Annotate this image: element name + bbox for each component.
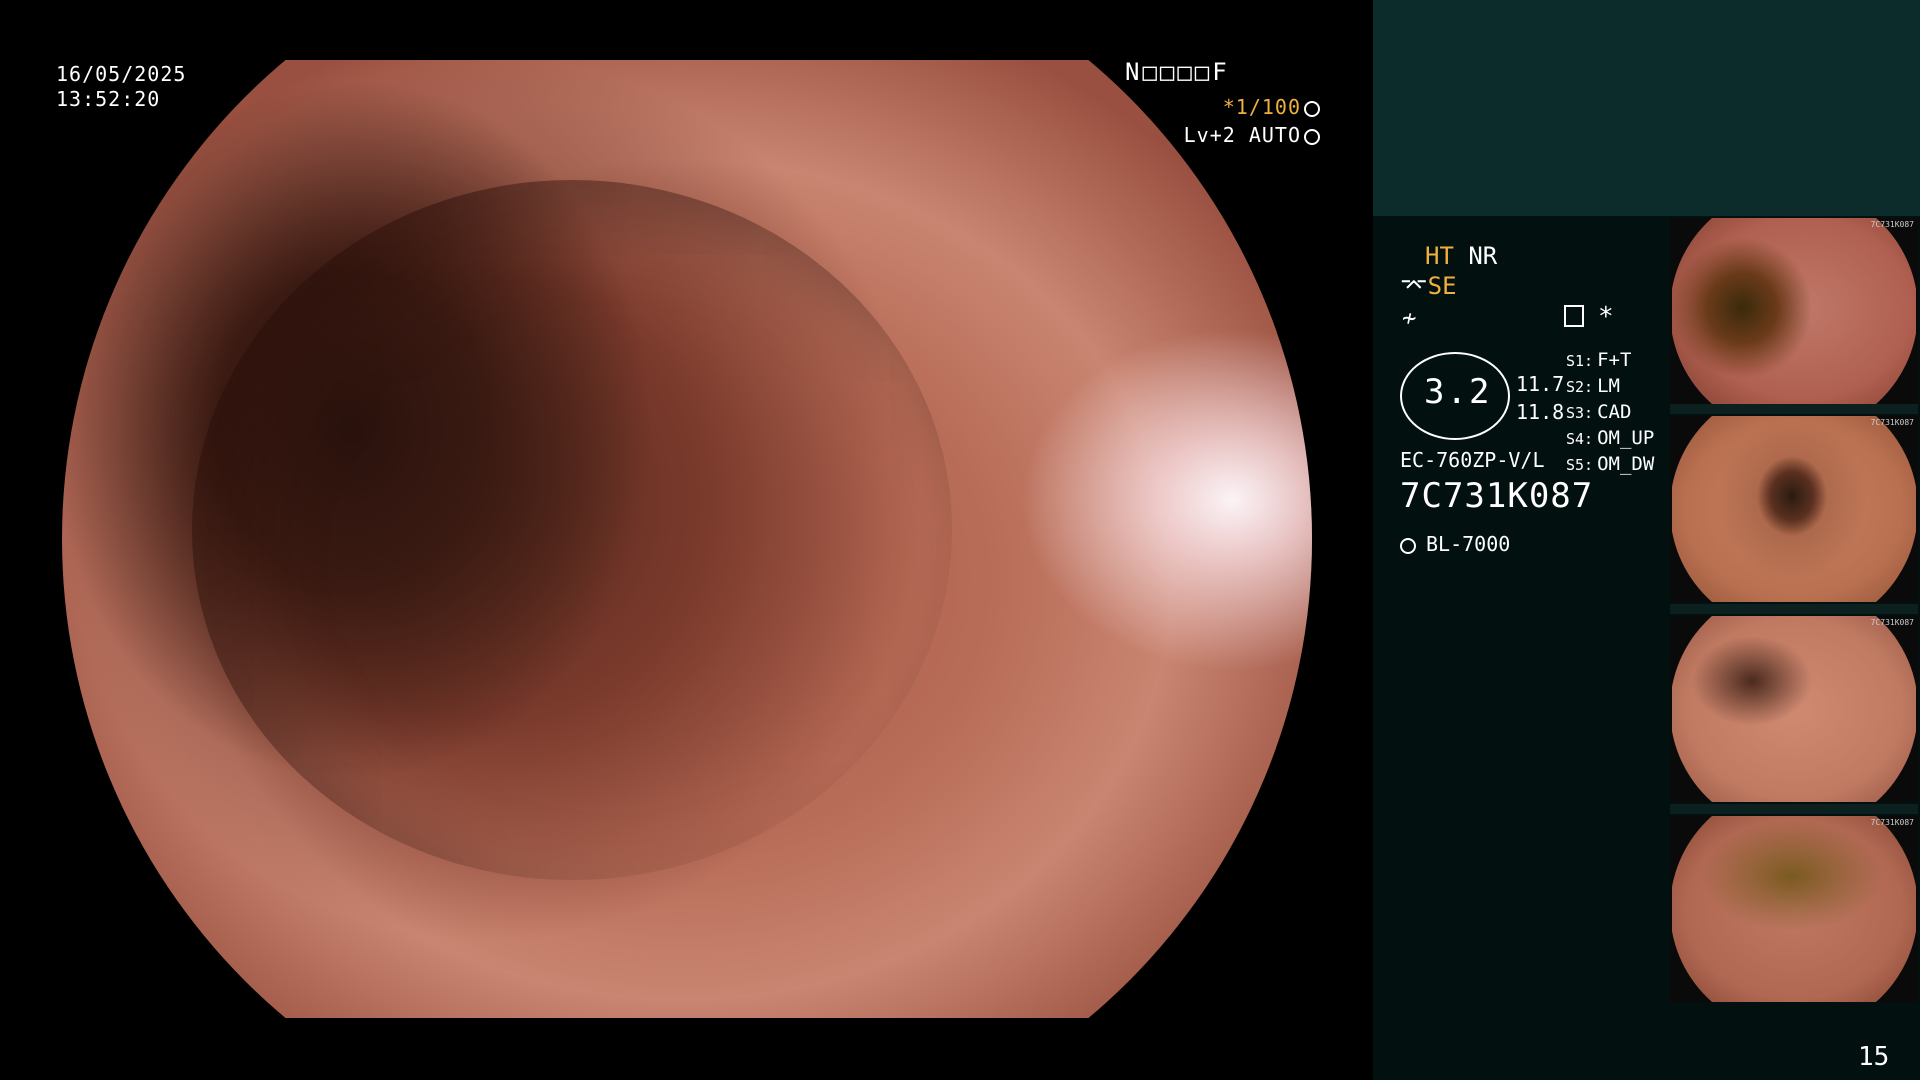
memo-icon <box>1564 305 1584 327</box>
auto-iris-icon <box>1304 128 1320 145</box>
star-icon: * <box>1598 302 1614 332</box>
camera-settings-overlay: N□□□□F *1/100 Lv+2 AUTO <box>1125 60 1320 148</box>
side-panel-header <box>1373 0 1920 216</box>
thumbnail-divider <box>1670 604 1918 614</box>
setting-row: S3: CAD <box>1566 401 1632 423</box>
thumbnail-caption: 7C731K087 <box>1870 818 1914 827</box>
ht-nr-status: HT NR <box>1425 242 1497 270</box>
time-text: 13:52:20 <box>56 87 161 111</box>
structure-enhance-icon: ⌤ <box>1400 272 1428 300</box>
setting-row: S1: F+T <box>1566 349 1632 371</box>
thumbnail-caption: 7C731K087 <box>1870 220 1914 229</box>
edge-enhance-icon: ≁ <box>1402 304 1417 332</box>
se-label: SE <box>1427 272 1457 300</box>
setting-row: S4: OM_UP <box>1566 427 1655 449</box>
capture-thumbnail[interactable]: 7C731K087 <box>1670 616 1918 802</box>
gauge-number-2: 11.8 <box>1516 400 1565 424</box>
shutter-speed: *1/100 <box>1125 95 1320 120</box>
capture-thumbnail[interactable]: 7C731K087 <box>1670 218 1918 404</box>
setting-row: S2: LM <box>1566 375 1620 397</box>
endoscope-main-view: 16/05/2025 13:52:20 N□□□□F *1/100 Lv+2 A… <box>0 0 1373 1080</box>
scope-serial: 7C731K087 <box>1400 476 1594 516</box>
gauge-number-1: 11.7 <box>1516 372 1565 396</box>
scope-switch-settings: S1: F+T S2: LM S3: CAD S4: OM_UP S5: OM_DW <box>1566 348 1654 478</box>
light-source: BL-7000 <box>1400 532 1510 556</box>
se-status: ⌤SE <box>1400 272 1457 300</box>
nr-label: NR <box>1468 242 1498 270</box>
ht-label: HT <box>1425 242 1454 270</box>
thumbnail-caption: 7C731K087 <box>1870 618 1914 627</box>
light-source-label: BL-7000 <box>1426 532 1511 556</box>
endoscope-image <box>62 60 1312 1018</box>
aperture-icon <box>1304 100 1320 117</box>
thumbnail-caption: 7C731K087 <box>1870 418 1914 427</box>
brightness-level: Lv+2 AUTO <box>1125 123 1320 148</box>
mode-code: N□□□□F <box>1125 58 1230 86</box>
thumbnail-divider <box>1670 404 1918 414</box>
capture-thumbnail[interactable]: 7C731K087 <box>1670 816 1918 1002</box>
page-number: 15 <box>1858 1042 1890 1072</box>
scope-model: EC-760ZP-V/L <box>1400 448 1545 472</box>
shutter-text: *1/100 <box>1222 95 1301 119</box>
setting-row: S5: OM_DW <box>1566 453 1655 475</box>
light-source-icon <box>1400 537 1416 554</box>
thumbnail-divider <box>1670 804 1918 814</box>
level-text: Lv+2 AUTO <box>1183 123 1301 147</box>
zoom-value: 3.2 <box>1424 372 1492 412</box>
date-text: 16/05/2025 <box>56 62 187 86</box>
datetime-overlay: 16/05/2025 13:52:20 <box>56 62 186 112</box>
capture-thumbnail[interactable]: 7C731K087 <box>1670 416 1918 602</box>
